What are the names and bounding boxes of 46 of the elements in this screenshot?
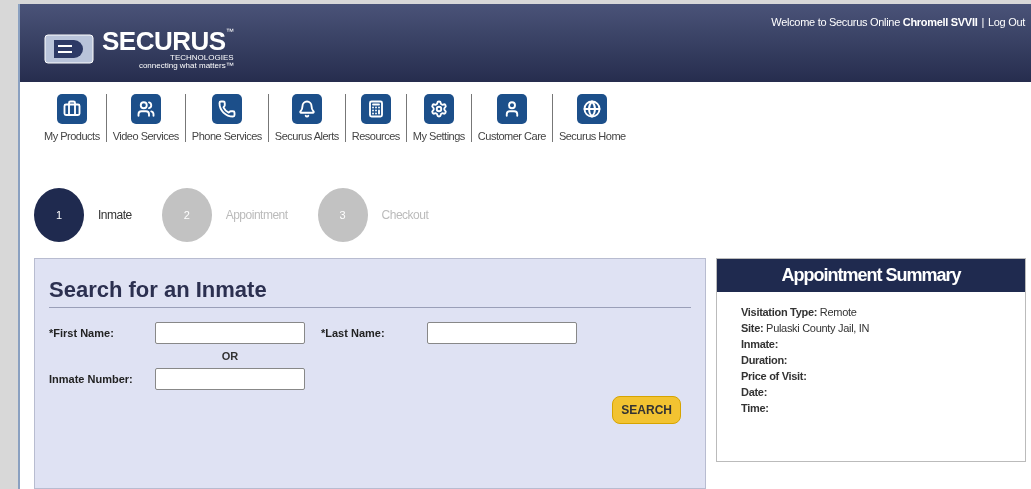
logo-name: SECURUS™ xyxy=(102,28,234,54)
settings-icon xyxy=(423,94,454,124)
person-icon xyxy=(496,94,527,124)
first-name-field[interactable] xyxy=(155,322,305,344)
people-icon xyxy=(130,94,161,124)
globe-icon xyxy=(577,94,608,124)
panel-title: Search for an Inmate xyxy=(49,277,691,308)
nav-item[interactable]: Securus Alerts xyxy=(268,94,346,142)
field-label: Inmate Number: xyxy=(49,373,134,385)
nav-item[interactable]: Resources xyxy=(345,94,407,142)
logo-tagline: connecting what matters™ xyxy=(138,62,234,70)
summary-row-text: Date: xyxy=(741,386,768,398)
step-number: 1 xyxy=(34,188,84,242)
or-text: OR xyxy=(221,350,239,362)
nav-item[interactable]: Customer Care xyxy=(471,94,553,142)
nav-item[interactable]: Securus Home xyxy=(552,94,632,142)
logo-icon xyxy=(44,34,94,64)
inmate-number-field[interactable] xyxy=(155,368,305,390)
summary-title: Appointment Summary xyxy=(717,259,1025,292)
step-label: Inmate xyxy=(98,208,132,222)
summary-row-text: Site: Pulaski County Jail, IN xyxy=(741,322,871,334)
briefcase-icon xyxy=(56,94,87,124)
bell-icon xyxy=(291,94,322,124)
summary-row-text: Inmate: xyxy=(741,338,780,350)
logo-subtitle: TECHNOLOGIES xyxy=(170,54,234,62)
calculator-icon xyxy=(360,94,391,124)
logout-link[interactable]: Log Out xyxy=(987,16,1025,28)
step-label: Checkout xyxy=(381,208,429,222)
summary-row-text: Time: xyxy=(741,402,770,414)
step-label: Appointment xyxy=(225,208,288,222)
phone-icon xyxy=(211,94,242,124)
step-number: 3 xyxy=(317,188,368,242)
summary-row-text: Visitation Type: Remote xyxy=(741,306,858,318)
search-button[interactable]: SEARCH xyxy=(612,396,681,424)
field-label: *First Name: xyxy=(49,327,115,339)
last-name-field[interactable] xyxy=(427,322,577,344)
field-label: *Last Name: xyxy=(321,327,386,339)
nav-item[interactable]: Phone Services xyxy=(185,94,269,142)
summary-row-text: Duration: xyxy=(741,354,789,366)
nav-item[interactable]: My Products xyxy=(38,94,107,142)
separator: | xyxy=(981,16,984,28)
nav-item[interactable]: Video Services xyxy=(106,94,186,142)
welcome-text: Welcome to Securus Online Chromell SVVII xyxy=(771,16,978,28)
nav-item[interactable]: My Settings xyxy=(406,94,472,142)
summary-row-text: Price of Visit: xyxy=(741,370,808,382)
step-number: 2 xyxy=(161,188,212,242)
